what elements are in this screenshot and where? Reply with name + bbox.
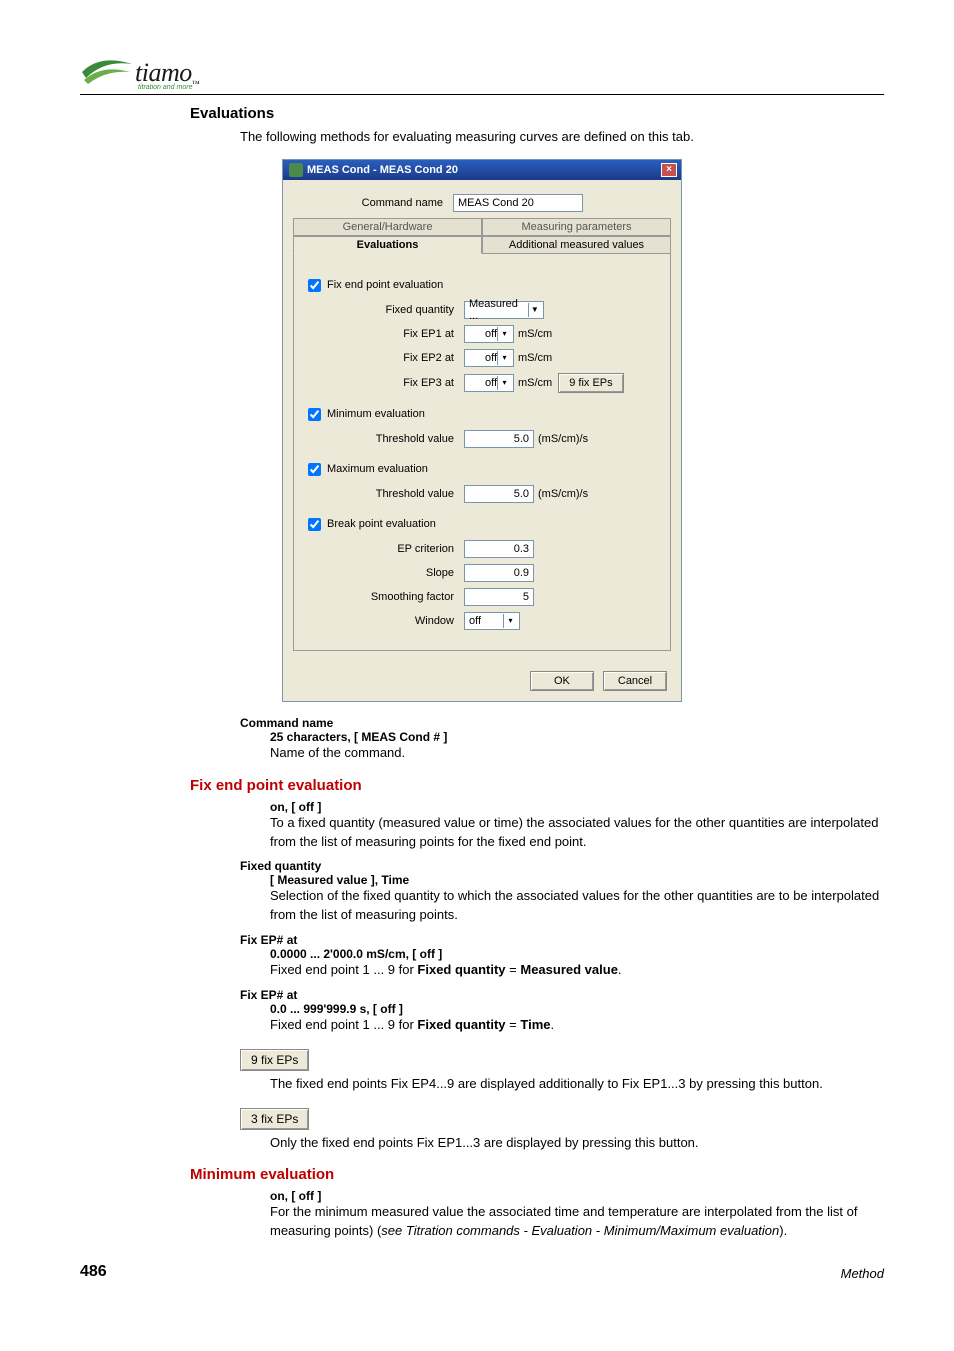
fix-end-point-label: Fix end point evaluation (327, 279, 443, 291)
max-threshold-unit: (mS/cm)/s (538, 488, 588, 500)
tab-general-hardware[interactable]: General/Hardware (293, 218, 482, 236)
chevron-down-icon: ▾ (497, 351, 511, 365)
min-threshold-input[interactable] (464, 430, 534, 448)
def-fix-onoff-text: To a fixed quantity (measured value or t… (270, 814, 884, 852)
chevron-down-icon: ▼ (528, 303, 541, 317)
logo-tagline: titration and more (138, 84, 884, 91)
chevron-down-icon: ▾ (497, 327, 511, 341)
def-fix-ep-a-term: Fix EP# at (240, 933, 884, 947)
header-rule (80, 94, 884, 95)
slope-input[interactable] (464, 564, 534, 582)
ep-criterion-input[interactable] (464, 540, 534, 558)
def-3fix-text: Only the fixed end points Fix EP1...3 ar… (270, 1134, 884, 1153)
max-threshold-label: Threshold value (304, 488, 464, 500)
evaluations-panel: Fix end point evaluation Fixed quantity … (293, 254, 671, 651)
def-min-onoff-text: For the minimum measured value the assoc… (270, 1203, 884, 1241)
min-threshold-unit: (mS/cm)/s (538, 433, 588, 445)
command-name-input[interactable] (453, 194, 583, 212)
nine-fix-eps-inline-button[interactable]: 9 fix EPs (240, 1049, 309, 1071)
def-fix-ep-b-text: Fixed end point 1 ... 9 for Fixed quanti… (270, 1016, 884, 1035)
def-fix-onoff-spec: on, [ off ] (270, 800, 884, 814)
fix-ep3-label: Fix EP3 at (304, 377, 464, 389)
slope-label: Slope (304, 567, 464, 579)
tab-measuring-parameters[interactable]: Measuring parameters (482, 218, 671, 236)
command-name-label: Command name (293, 197, 453, 209)
max-threshold-input[interactable] (464, 485, 534, 503)
def-command-name-spec: 25 characters, [ MEAS Cond # ] (270, 730, 884, 744)
cancel-button[interactable]: Cancel (603, 671, 667, 691)
nine-fix-eps-button[interactable]: 9 fix EPs (558, 373, 623, 393)
brand-logo: tiamo™ (80, 50, 884, 88)
def-min-onoff-spec: on, [ off ] (270, 1189, 884, 1203)
fix-ep2-input[interactable]: off▾ (464, 349, 514, 367)
fix-end-point-checkbox[interactable] (308, 279, 321, 292)
three-fix-eps-inline-button[interactable]: 3 fix EPs (240, 1108, 309, 1130)
fixed-quantity-select[interactable]: Measured ...▼ (464, 301, 544, 319)
close-icon[interactable]: × (661, 163, 677, 177)
ok-button[interactable]: OK (530, 671, 594, 691)
chevron-down-icon: ▾ (503, 614, 517, 628)
minimum-evaluation-label: Minimum evaluation (327, 408, 425, 420)
dialog-title-text: MEAS Cond - MEAS Cond 20 (307, 164, 458, 176)
smoothing-factor-input[interactable] (464, 588, 534, 606)
section-title: Evaluations (190, 105, 884, 122)
meas-cond-dialog: MEAS Cond - MEAS Cond 20 × Command name … (282, 159, 682, 702)
fix-ep2-unit: mS/cm (518, 352, 552, 364)
def-fixed-quantity-term: Fixed quantity (240, 859, 884, 873)
heading-fix-end-point: Fix end point evaluation (190, 777, 884, 794)
chevron-down-icon: ▾ (497, 376, 511, 390)
fix-ep3-unit: mS/cm (518, 377, 552, 389)
logo-swoosh-icon (80, 50, 135, 88)
def-command-name-text: Name of the command. (270, 744, 884, 763)
fix-ep1-input[interactable]: off▾ (464, 325, 514, 343)
fix-ep1-unit: mS/cm (518, 328, 552, 340)
def-fix-ep-b-term: Fix EP# at (240, 988, 884, 1002)
minimum-evaluation-checkbox[interactable] (308, 408, 321, 421)
def-command-name-term: Command name (240, 716, 884, 730)
section-intro: The following methods for evaluating mea… (240, 128, 884, 147)
def-fix-ep-a-text: Fixed end point 1 ... 9 for Fixed quanti… (270, 961, 884, 980)
smoothing-factor-label: Smoothing factor (304, 591, 464, 603)
page-number: 486 (80, 1263, 107, 1281)
def-fix-ep-b-spec: 0.0 ... 999'999.9 s, [ off ] (270, 1002, 884, 1016)
break-point-label: Break point evaluation (327, 518, 436, 530)
tab-evaluations[interactable]: Evaluations (293, 236, 482, 254)
window-label: Window (304, 615, 464, 627)
logo-trademark: ™ (192, 79, 200, 88)
dialog-app-icon (289, 163, 303, 177)
def-fix-ep-a-spec: 0.0000 ... 2'000.0 mS/cm, [ off ] (270, 947, 884, 961)
def-9fix-text: The fixed end points Fix EP4...9 are dis… (270, 1075, 884, 1094)
ep-criterion-label: EP criterion (304, 543, 464, 555)
maximum-evaluation-checkbox[interactable] (308, 463, 321, 476)
min-threshold-label: Threshold value (304, 433, 464, 445)
fix-ep1-label: Fix EP1 at (304, 328, 464, 340)
break-point-checkbox[interactable] (308, 518, 321, 531)
window-select[interactable]: off▾ (464, 612, 520, 630)
heading-minimum-evaluation: Minimum evaluation (190, 1166, 884, 1183)
dialog-titlebar: MEAS Cond - MEAS Cond 20 × (283, 160, 681, 180)
def-fixed-quantity-spec: [ Measured value ], Time (270, 873, 884, 887)
fixed-quantity-label: Fixed quantity (304, 304, 464, 316)
maximum-evaluation-label: Maximum evaluation (327, 463, 428, 475)
fix-ep2-label: Fix EP2 at (304, 352, 464, 364)
footer-category: Method (841, 1266, 884, 1281)
def-fixed-quantity-text: Selection of the fixed quantity to which… (270, 887, 884, 925)
tab-additional-measured-values[interactable]: Additional measured values (482, 236, 671, 254)
fix-ep3-input[interactable]: off▾ (464, 374, 514, 392)
